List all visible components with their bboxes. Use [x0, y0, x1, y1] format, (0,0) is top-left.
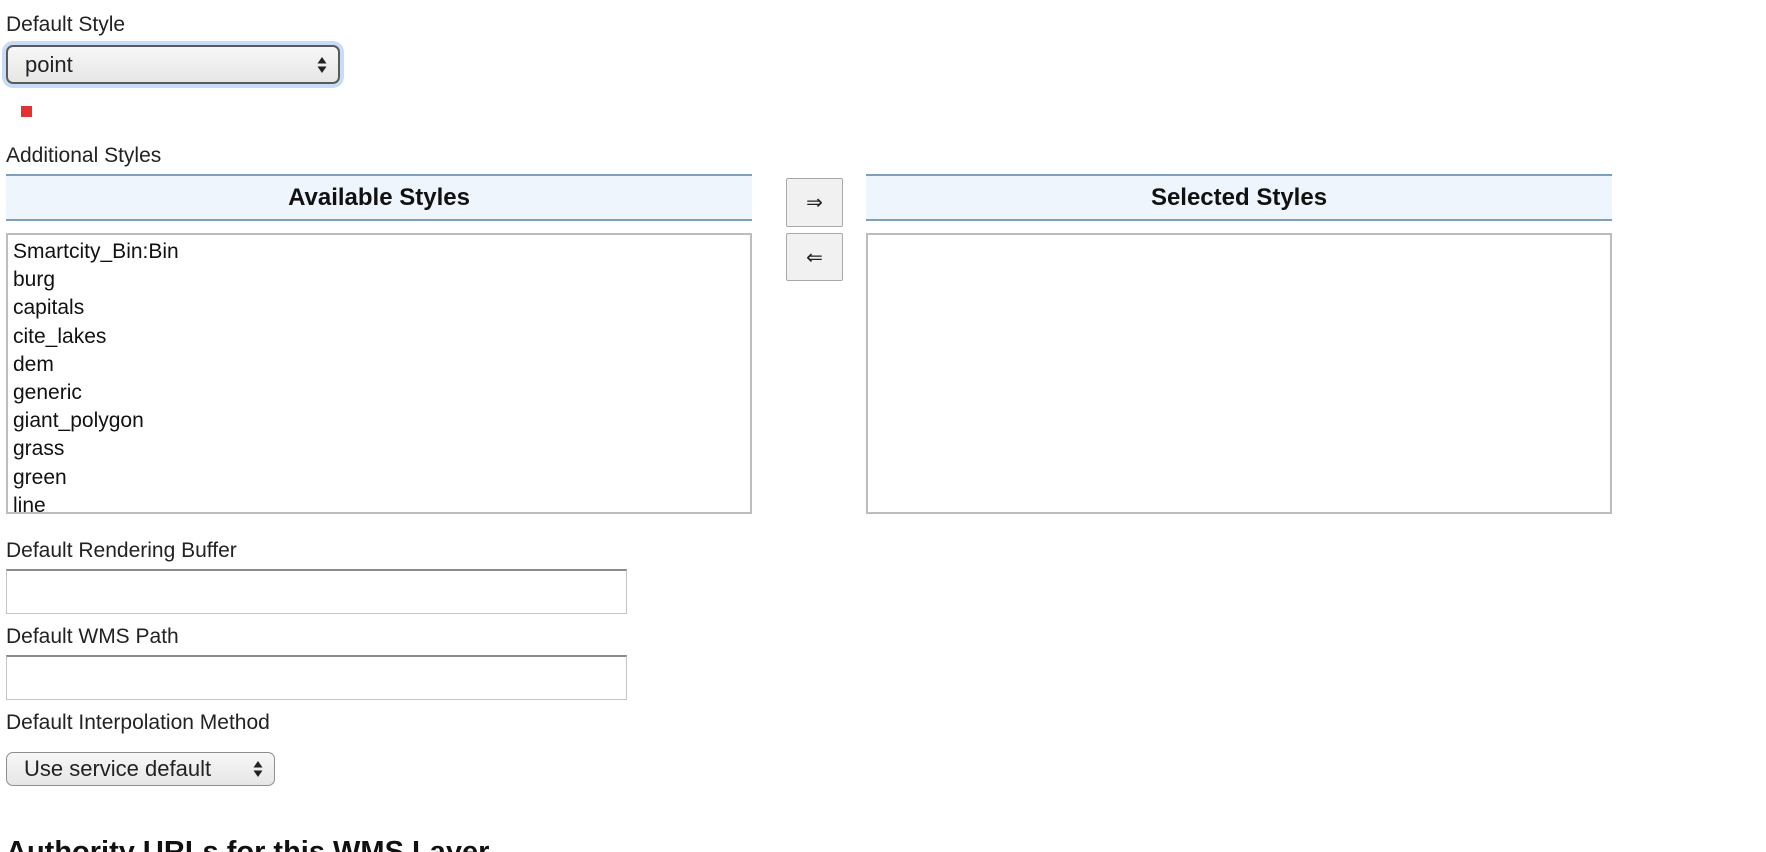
- error-marker-icon: [21, 106, 32, 117]
- available-style-option[interactable]: Smartcity_Bin:Bin: [13, 238, 745, 266]
- move-left-button[interactable]: ⇐: [786, 233, 843, 281]
- move-right-button[interactable]: ⇒: [786, 178, 843, 227]
- rendering-buffer-label: Default Rendering Buffer: [6, 539, 237, 562]
- interpolation-label: Default Interpolation Method: [6, 711, 270, 734]
- available-style-option[interactable]: line: [13, 492, 745, 512]
- available-style-option[interactable]: cite_lakes: [13, 323, 745, 351]
- available-styles-items: Smartcity_Bin:Bin burg capitals cite_lakes d…: [13, 238, 745, 512]
- authority-urls-heading: Authority URLs for this WMS Layer: [6, 836, 490, 852]
- default-style-label: Default Style: [6, 13, 126, 36]
- selected-styles-header: Selected Styles: [866, 174, 1612, 221]
- available-style-option[interactable]: generic: [13, 379, 745, 407]
- available-style-option[interactable]: green: [13, 464, 745, 492]
- rendering-buffer-input[interactable]: [6, 569, 627, 614]
- available-styles-list[interactable]: Smartcity_Bin:Bin burg capitals cite_lakes d…: [6, 233, 752, 514]
- available-style-option[interactable]: capitals: [13, 294, 745, 322]
- interpolation-value: Use service default: [24, 756, 212, 781]
- available-style-option[interactable]: grass: [13, 435, 745, 463]
- additional-styles-label: Additional Styles: [6, 144, 162, 167]
- available-style-option[interactable]: giant_polygon: [13, 407, 745, 435]
- layer-publishing-form: Default Style point Additional Styles Av…: [0, 0, 1766, 852]
- wms-path-input[interactable]: [6, 655, 627, 700]
- default-style-value: point: [25, 51, 73, 77]
- default-style-select[interactable]: point: [6, 45, 340, 84]
- available-style-option[interactable]: dem: [13, 351, 745, 379]
- select-arrows-icon: [253, 761, 263, 777]
- select-arrows-icon: [317, 56, 327, 73]
- selected-styles-list[interactable]: [866, 233, 1612, 514]
- wms-path-label: Default WMS Path: [6, 625, 179, 648]
- interpolation-select[interactable]: Use service default: [6, 752, 275, 786]
- available-styles-header: Available Styles: [6, 174, 752, 221]
- available-style-option[interactable]: burg: [13, 266, 745, 294]
